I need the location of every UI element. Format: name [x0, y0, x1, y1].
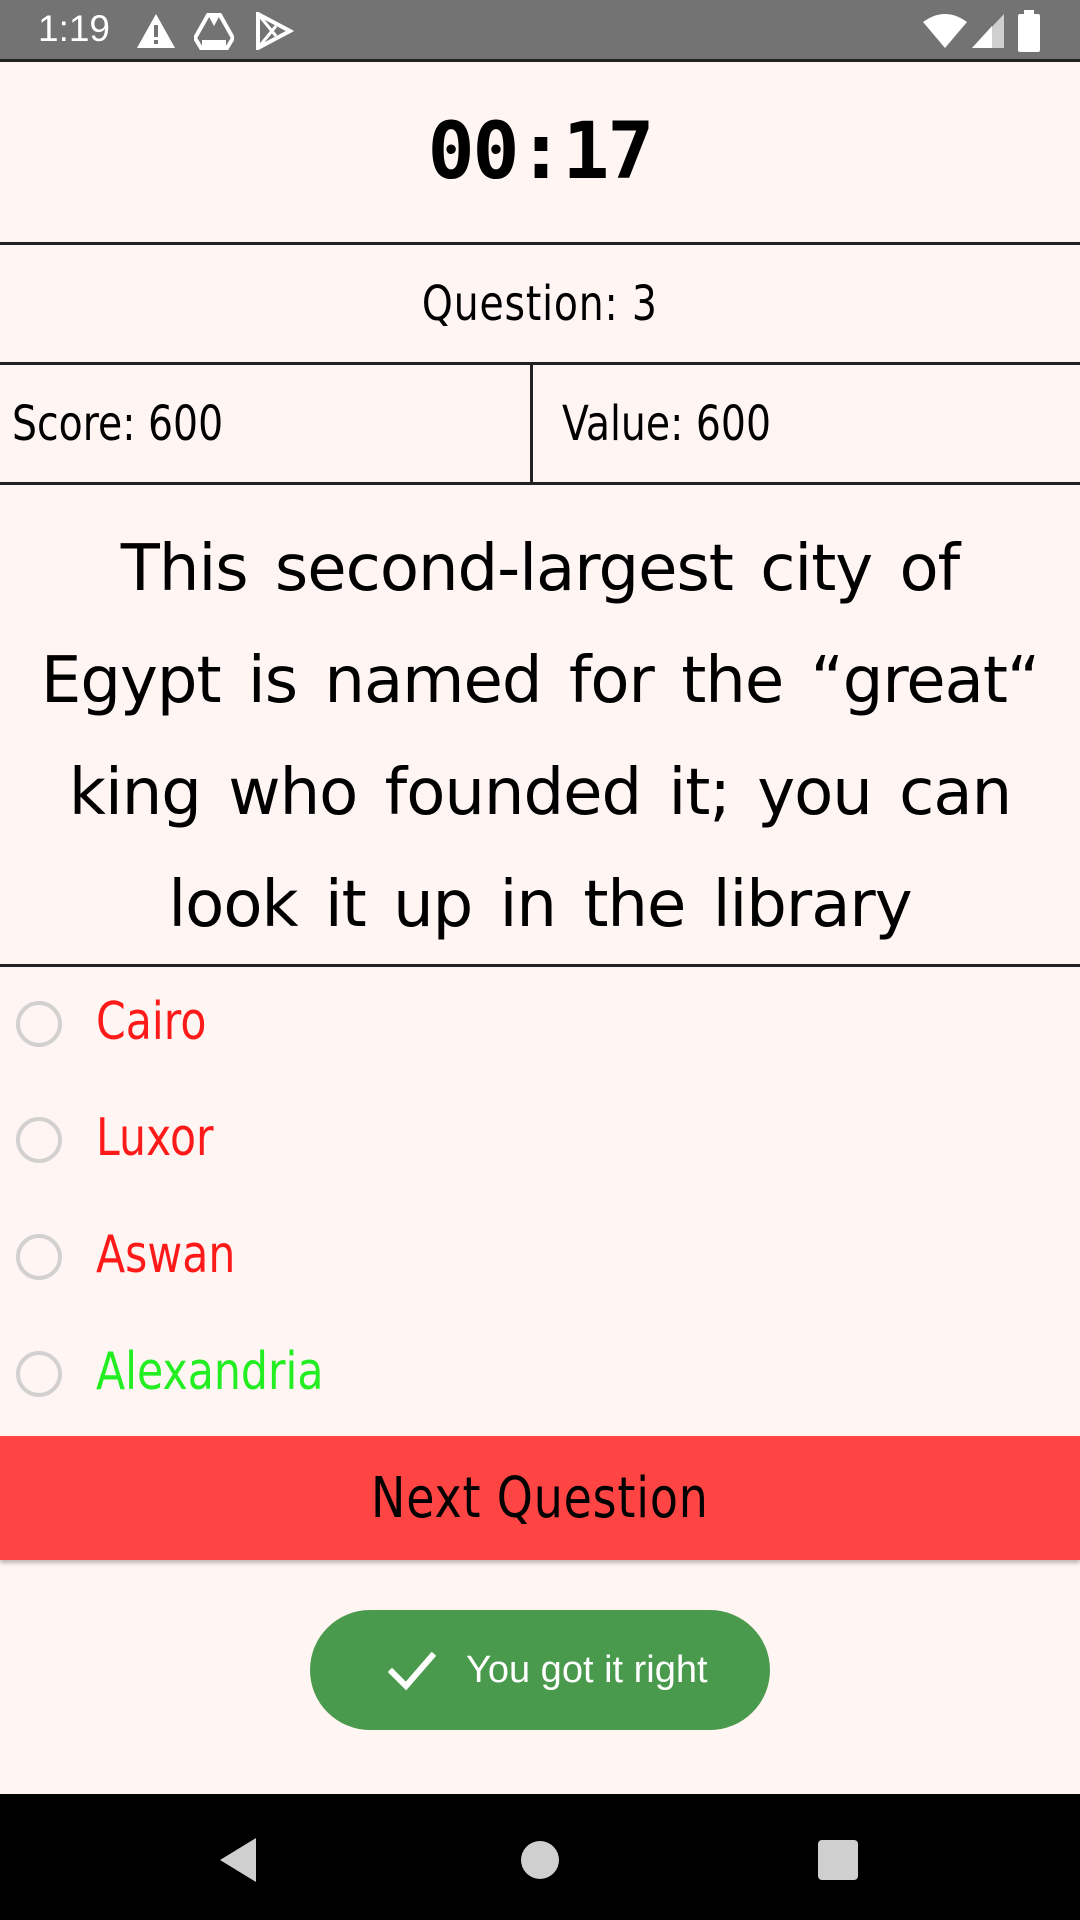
navigation-bar [0, 1794, 1080, 1920]
wifi-icon [923, 14, 967, 48]
radio-button[interactable] [16, 1351, 62, 1397]
home-icon[interactable] [512, 1832, 568, 1888]
result-toast: You got it right [310, 1610, 770, 1730]
score-label: Score: 600 [12, 395, 224, 452]
score-panel: Score: 600 Value: 600 [0, 365, 1080, 485]
status-time: 1:19 [38, 8, 111, 49]
warning-icon [137, 14, 175, 48]
signal-icon [972, 14, 1004, 48]
value-label: Value: 600 [562, 395, 771, 452]
radio-button[interactable] [16, 1001, 62, 1047]
recents-icon[interactable] [810, 1832, 866, 1888]
answer-option-cairo[interactable]: Cairo [0, 970, 1080, 1086]
drive-icon [194, 13, 234, 50]
back-icon[interactable] [212, 1832, 268, 1888]
value-cell: Value: 600 [536, 365, 1080, 482]
answer-label: Aswan [96, 1225, 236, 1285]
next-question-button[interactable]: Next Question [0, 1436, 1080, 1560]
clue-text: This second-largest city of Egypt is nam… [40, 532, 1040, 942]
question-number: Question: 3 [422, 275, 658, 332]
battery-icon [1018, 10, 1040, 52]
question-number-panel: Question: 3 [0, 245, 1080, 365]
score-cell: Score: 600 [0, 365, 533, 482]
answer-label: Alexandria [96, 1342, 324, 1402]
countdown-timer: 00:17 [427, 107, 655, 197]
answer-option-luxor[interactable]: Luxor [0, 1086, 1080, 1202]
answer-label: Cairo [96, 992, 207, 1052]
play-store-icon [256, 12, 294, 50]
answer-option-alexandria[interactable]: Alexandria [0, 1320, 1080, 1436]
clue-panel: This second-largest city of Egypt is nam… [0, 485, 1080, 967]
next-question-label: Next Question [371, 1465, 709, 1531]
radio-button[interactable] [16, 1234, 62, 1280]
timer-panel: 00:17 [0, 62, 1080, 245]
answer-option-aswan[interactable]: Aswan [0, 1203, 1080, 1319]
checkmark-icon [387, 1651, 437, 1691]
status-bar: 1:19 [0, 0, 1080, 62]
answer-label: Luxor [96, 1108, 214, 1168]
toast-message: You got it right [466, 1648, 708, 1691]
radio-button[interactable] [16, 1117, 62, 1163]
